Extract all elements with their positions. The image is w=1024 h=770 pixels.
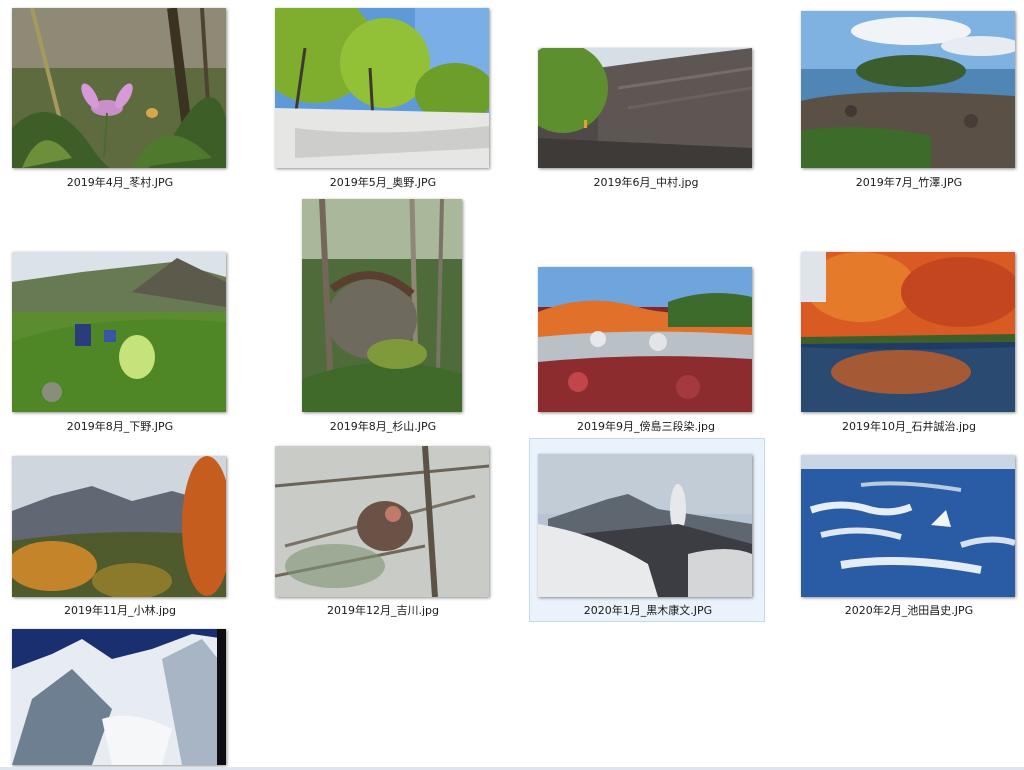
autumn-colors-mountainside-photo	[538, 267, 752, 412]
alpine-meadow-hikers-photo	[12, 252, 226, 412]
file-name: 2019年11月_小林.jpg	[63, 604, 176, 617]
file-name: 2020年2月_池田昌史.JPG	[844, 604, 974, 617]
drift-ice-sea-photo	[801, 455, 1015, 597]
file-item-2019-08-b[interactable]: 2019年8月_杉山.JPG	[266, 196, 498, 436]
file-item-2019-05[interactable]: 2019年5月_奥野.JPG	[266, 2, 498, 192]
file-name: 2019年10月_石井誠治.jpg	[841, 420, 976, 433]
file-item-2019-09[interactable]: 2019年9月_傍島三段染.jpg	[529, 196, 761, 436]
file-name: 2019年5月_奥野.JPG	[329, 176, 437, 189]
file-name: 2019年9月_傍島三段染.jpg	[576, 420, 715, 433]
file-item-2019-07[interactable]: 2019年7月_竹澤.JPG	[792, 2, 1024, 192]
autumn-mountains-clouds-photo	[12, 456, 226, 597]
snowfield-beech-forest-photo	[275, 8, 489, 168]
dogtooth-violet-flower-photo	[12, 8, 226, 168]
file-name: 2019年8月_杉山.JPG	[329, 420, 437, 433]
file-item-2019-06[interactable]: 2019年6月_中村.jpg	[529, 2, 761, 192]
file-name: 2019年4月_苳村.JPG	[66, 176, 174, 189]
rocky-coast-island-photo	[801, 11, 1015, 168]
file-item-2020-01[interactable]: 2020年1月_黒木康文.JPG	[529, 438, 765, 622]
file-name: 2019年6月_中村.jpg	[593, 176, 699, 189]
file-item-2019-08-a[interactable]: 2019年8月_下野.JPG	[3, 196, 235, 436]
file-explorer-view: 2019年4月_苳村.JPG 2019年5月_奥野.JPG 2019年6月_中村…	[0, 0, 1024, 770]
file-item-glacier[interactable]	[3, 622, 235, 768]
snow-monkey-in-tree-photo	[275, 446, 489, 597]
file-name: 2019年12月_吉川.jpg	[326, 604, 439, 617]
file-item-2019-04[interactable]: 2019年4月_苳村.JPG	[3, 2, 235, 192]
snowy-volcano-fumarole-photo	[538, 454, 752, 597]
file-item-2019-11[interactable]: 2019年11月_小林.jpg	[3, 440, 235, 622]
autumn-pond-reflection-photo	[801, 252, 1015, 412]
forest-tree-roots-rock-photo	[302, 199, 462, 412]
file-item-2019-10[interactable]: 2019年10月_石井誠治.jpg	[792, 196, 1024, 436]
file-item-2020-02[interactable]: 2020年2月_池田昌史.JPG	[792, 440, 1024, 622]
file-item-2019-12[interactable]: 2019年12月_吉川.jpg	[266, 440, 498, 622]
snow-mountain-glacier-photo	[12, 629, 226, 765]
file-name: 2020年1月_黒木康文.JPG	[583, 604, 713, 617]
file-name: 2019年8月_下野.JPG	[66, 420, 174, 433]
file-name: 2019年7月_竹澤.JPG	[855, 176, 963, 189]
volcanic-ash-valley-hikers-photo	[538, 48, 752, 168]
